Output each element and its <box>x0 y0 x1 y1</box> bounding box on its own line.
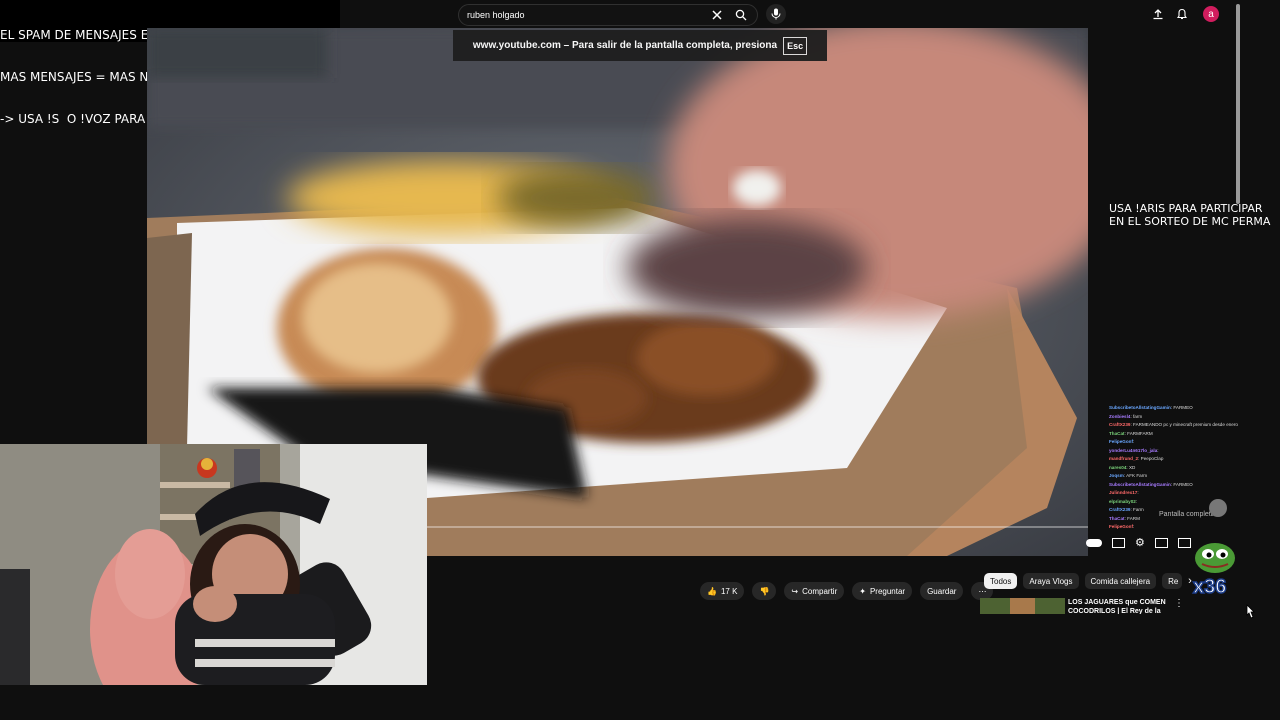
chat-message: yonderLu4n617lo_jala: <box>1109 447 1159 453</box>
like-count: 17 K <box>720 586 738 596</box>
chat-text: FARM <box>1127 515 1140 521</box>
chat-message: mandfrund_2: PeepoClap <box>1109 456 1164 461</box>
chat-text: FARMEANDO pc y minecraft premium desde e… <box>1133 422 1238 427</box>
recommendation-title[interactable]: LOS JAGUARES que COMEN COCODRILOS | El R… <box>1068 598 1168 614</box>
chat-username: elprimaby02 <box>1109 498 1136 504</box>
chip-re[interactable]: Re <box>1162 573 1183 589</box>
chat-username: Zonbiesl4 <box>1109 413 1131 419</box>
chat-text: Farm <box>1133 507 1144 512</box>
raffle-line: EN EL SORTEO DE MC PERMA <box>1109 215 1271 228</box>
video-progress-bar[interactable] <box>427 526 1088 528</box>
chat-message: elprimaby02: <box>1109 498 1138 504</box>
like-button[interactable]: 👍 17 K <box>700 582 745 600</box>
chat-text: FARMFARM <box>1127 430 1153 436</box>
chat-text: FARMEO <box>1173 405 1193 410</box>
chat-username: mandfrund_2 <box>1109 456 1139 461</box>
cast-icon[interactable] <box>1177 538 1191 548</box>
chat-message: FelipeGonf: <box>1109 439 1135 444</box>
esc-key-badge: Esc <box>783 36 808 55</box>
search-icon[interactable] <box>733 7 749 23</box>
thumbs-up-icon: 👍 <box>707 586 717 596</box>
webcam-overlay <box>0 444 427 685</box>
chat-message: CraftX239: FARMEANDO pc y minecraft prem… <box>1109 422 1238 427</box>
search-input[interactable] <box>467 5 707 25</box>
chat-username: ThaCat <box>1109 430 1125 436</box>
player-controls: ⚙ <box>1086 536 1191 550</box>
chat-message: Joqsm: AFK Farm <box>1109 473 1148 478</box>
chat-message: SubscribetoAllstatingGamin: FARMEO <box>1109 481 1193 487</box>
multiplier-text: x36 <box>1193 576 1226 596</box>
ask-label: Preguntar <box>869 586 906 596</box>
chat-text: PeepoClap <box>1140 456 1164 461</box>
raffle-overlay: USA !ARIS PARA PARTICIPAR EN EL SORTEO D… <box>1109 202 1270 228</box>
upload-icon[interactable] <box>1149 5 1167 23</box>
share-button[interactable]: ↪ Compartir <box>784 582 845 600</box>
chat-message: nares04: XD <box>1109 464 1136 470</box>
chat-message: Julinndrex17: <box>1109 490 1139 495</box>
dislike-button[interactable]: 👎 <box>752 582 777 600</box>
chat-message: ThaCat: FARMFARM <box>1109 430 1153 436</box>
viewer-avatar <box>1209 499 1227 517</box>
save-button[interactable]: Guardar <box>920 582 964 600</box>
miniplayer-icon[interactable] <box>1154 538 1168 548</box>
thumbs-down-icon: 👎 <box>759 586 770 596</box>
chat-username: ThaCat <box>1109 515 1125 521</box>
chat-username: CraftX239 <box>1109 507 1131 512</box>
share-label: Compartir <box>802 586 838 596</box>
fullscreen-notice: www.youtube.com – Para salir de la panta… <box>453 30 827 61</box>
chat-text: farm <box>1133 413 1143 419</box>
mouse-cursor <box>1244 604 1256 620</box>
chat-message: FelipeGonf: <box>1109 524 1135 529</box>
chip-comida-callejera[interactable]: Comida callejera <box>1084 573 1157 589</box>
avatar[interactable]: a <box>1203 6 1219 22</box>
chat-username: CraftX239 <box>1109 422 1131 427</box>
chat-text: FARMEO <box>1173 481 1193 487</box>
chip-todos[interactable]: Todos <box>984 573 1018 589</box>
bell-icon[interactable] <box>1173 5 1191 23</box>
subtitles-icon[interactable] <box>1112 538 1125 548</box>
page-scrollbar[interactable] <box>1236 4 1240 204</box>
settings-icon[interactable]: ⚙ <box>1135 536 1145 550</box>
chat-username: FelipeGonf <box>1109 524 1133 529</box>
video-actions: 👍 17 K 👎 ↪ Compartir ✦ Preguntar Guardar… <box>700 582 994 600</box>
mic-icon[interactable] <box>766 4 786 24</box>
chat-username: nares04 <box>1109 464 1127 470</box>
chat-username: Joqsm <box>1109 473 1124 478</box>
chat-username: Julinndrex17 <box>1109 490 1138 495</box>
chat-username: yonderLu4n617lo_jala <box>1109 447 1158 453</box>
pantalla-completa-label: Pantalla completa <box>1159 511 1215 518</box>
chat-username: SubscribetoAllstatingGamin <box>1109 405 1171 410</box>
avatar-letter: a <box>1208 8 1214 20</box>
chat-username: SubscribetoAllstatingGamin <box>1109 481 1171 487</box>
ask-button[interactable]: ✦ Preguntar <box>852 582 913 600</box>
filter-chips: Todos Araya Vlogs Comida callejera Re › <box>984 573 1192 589</box>
chip-araya-vlogs[interactable]: Araya Vlogs <box>1023 573 1079 589</box>
share-icon: ↪ <box>791 586 799 596</box>
chat-message: SubscribetoAllstatingGamin: FARMEO <box>1109 405 1193 410</box>
chat-message: Zonbiesl4: farm <box>1109 413 1143 419</box>
raffle-line: USA !ARIS PARA PARTICIPAR <box>1109 202 1263 215</box>
more-vert-icon[interactable]: ⋮ <box>1174 598 1184 609</box>
multiplier-badge: x36 <box>1190 540 1240 599</box>
fullscreen-notice-text: www.youtube.com – Para salir de la panta… <box>472 40 778 51</box>
search-bar <box>458 4 758 26</box>
chat-text: AFK Farm <box>1126 473 1148 478</box>
chat-username: FelipeGonf <box>1109 439 1133 444</box>
autoplay-toggle-icon[interactable] <box>1086 539 1102 547</box>
recommendation-thumbnail[interactable] <box>980 598 1065 614</box>
save-label: Guardar <box>927 586 957 596</box>
sparkle-icon: ✦ <box>859 586 866 596</box>
close-icon[interactable] <box>709 7 725 23</box>
chat-text: XD <box>1128 464 1136 470</box>
stream-chat: SubscribetoAllstatingGamin: FARMEO Zonbie… <box>1109 404 1249 539</box>
